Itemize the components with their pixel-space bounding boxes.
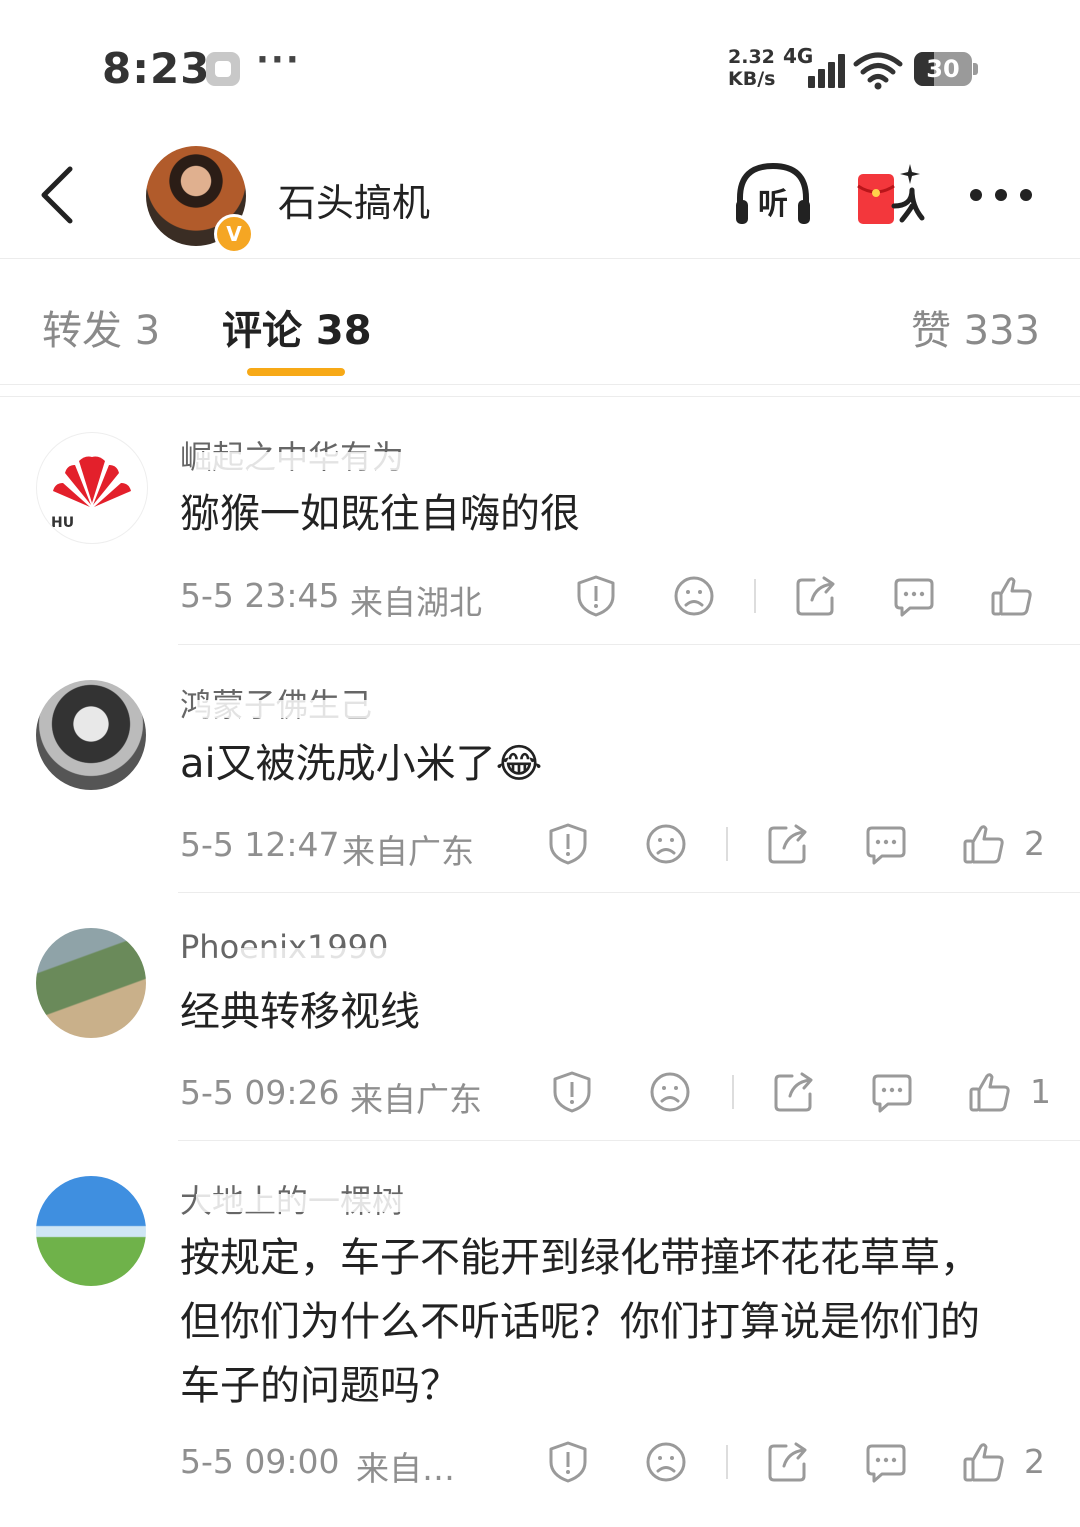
svg-text:HU: HU: [51, 515, 74, 531]
share-icon[interactable]: [766, 1440, 810, 1484]
username-blur: [240, 948, 410, 966]
tab-likes[interactable]: 赞 333: [911, 298, 1040, 356]
comment-location: 来自湖北: [350, 583, 482, 622]
comment-time: 5-5 09:26: [180, 1073, 340, 1112]
network-speed-unit: KB/s: [728, 68, 776, 90]
like-icon[interactable]: [990, 574, 1034, 618]
comment-text: ai又被洗成小米了😂: [180, 732, 1060, 796]
active-tab-indicator: [247, 368, 345, 376]
app-notification-icon: [206, 52, 240, 86]
network-speed-value: 2.32: [728, 46, 775, 68]
report-icon[interactable]: [574, 574, 618, 618]
tab-repost[interactable]: 转发 3: [42, 298, 160, 356]
username-blur: [196, 452, 446, 470]
reply-icon[interactable]: [864, 1440, 908, 1484]
comment-text-line: 按规定，车子不能开到绿化带撞坏花花草草，: [180, 1235, 980, 1281]
like-icon[interactable]: [962, 1440, 1006, 1484]
comment-time: 5-5 09:00: [180, 1442, 340, 1481]
share-icon[interactable]: [772, 1070, 816, 1114]
verified-badge-icon: V: [214, 214, 254, 254]
comment-text: 猕猴一如既往自嗨的很: [180, 491, 580, 537]
comment-location: 来自广东: [350, 1080, 482, 1119]
like-icon[interactable]: [968, 1070, 1012, 1114]
share-icon[interactable]: [794, 574, 838, 618]
network-speed: 2.32 KB/s: [728, 46, 775, 90]
like-count: 2: [1024, 1442, 1045, 1481]
action-separator: [726, 1445, 728, 1479]
comment-location: 来自广东: [342, 832, 474, 871]
action-separator: [726, 827, 728, 861]
like-count: 1: [1030, 1072, 1051, 1111]
reply-icon[interactable]: [870, 1070, 914, 1114]
battery-tip: [973, 63, 978, 75]
comment-divider: [178, 1140, 1080, 1141]
listen-icon[interactable]: 听: [732, 160, 814, 230]
comment-divider: [178, 644, 1080, 645]
comment-text: 按规定，车子不能开到绿化带撞坏花花草草， 但你们为什么不听话呢？你们打算说是你们…: [180, 1226, 1060, 1418]
dislike-icon[interactable]: [672, 574, 716, 618]
share-icon[interactable]: [766, 822, 810, 866]
username-blur: [196, 700, 446, 718]
comment-text-line: 但你们为什么不听话呢？你们打算说是你们的: [180, 1299, 980, 1345]
tabs-divider: [0, 384, 1080, 385]
comment-time: 5-5 12:47: [180, 825, 340, 864]
back-icon[interactable]: [36, 163, 80, 227]
commenter-avatar[interactable]: [36, 928, 146, 1038]
more-icon[interactable]: [966, 180, 1036, 210]
report-icon[interactable]: [550, 1070, 594, 1114]
red-packet-icon[interactable]: [854, 160, 926, 230]
reply-icon[interactable]: [892, 574, 936, 618]
tabs-divider-2: [0, 396, 1080, 397]
dislike-icon[interactable]: [644, 1440, 688, 1484]
dislike-icon[interactable]: [644, 822, 688, 866]
svg-text:听: 听: [758, 187, 788, 222]
comment-location: 来自…: [356, 1449, 455, 1488]
commenter-avatar[interactable]: HU: [36, 432, 148, 544]
dislike-icon[interactable]: [648, 1070, 692, 1114]
signal-icon: [800, 54, 845, 88]
author-name[interactable]: 石头搞机: [278, 172, 430, 227]
comment-text-line: 车子的问题吗？: [180, 1363, 460, 1409]
comment-text: 经典转移视线: [180, 989, 420, 1035]
commenter-avatar[interactable]: [36, 680, 146, 790]
reply-icon[interactable]: [864, 822, 908, 866]
report-icon[interactable]: [546, 1440, 590, 1484]
like-icon[interactable]: [962, 822, 1006, 866]
action-separator: [732, 1075, 734, 1109]
tab-comments[interactable]: 评论 38: [222, 298, 372, 356]
comment-text-content: ai又被洗成小米了: [180, 741, 496, 787]
username-blur: [196, 1194, 446, 1212]
more-notifications-icon: ···: [256, 40, 301, 80]
status-time: 8:23: [102, 44, 211, 93]
comment-time: 5-5 23:45: [180, 576, 340, 615]
laughing-emoji-icon: 😂: [495, 741, 543, 787]
header-divider: [0, 258, 1080, 259]
action-separator: [754, 579, 756, 613]
battery-level: 30: [926, 55, 960, 83]
wifi-icon: [852, 50, 904, 90]
comment-divider: [178, 892, 1080, 893]
like-count: 2: [1024, 824, 1045, 863]
commenter-avatar[interactable]: [36, 1176, 146, 1286]
report-icon[interactable]: [546, 822, 590, 866]
